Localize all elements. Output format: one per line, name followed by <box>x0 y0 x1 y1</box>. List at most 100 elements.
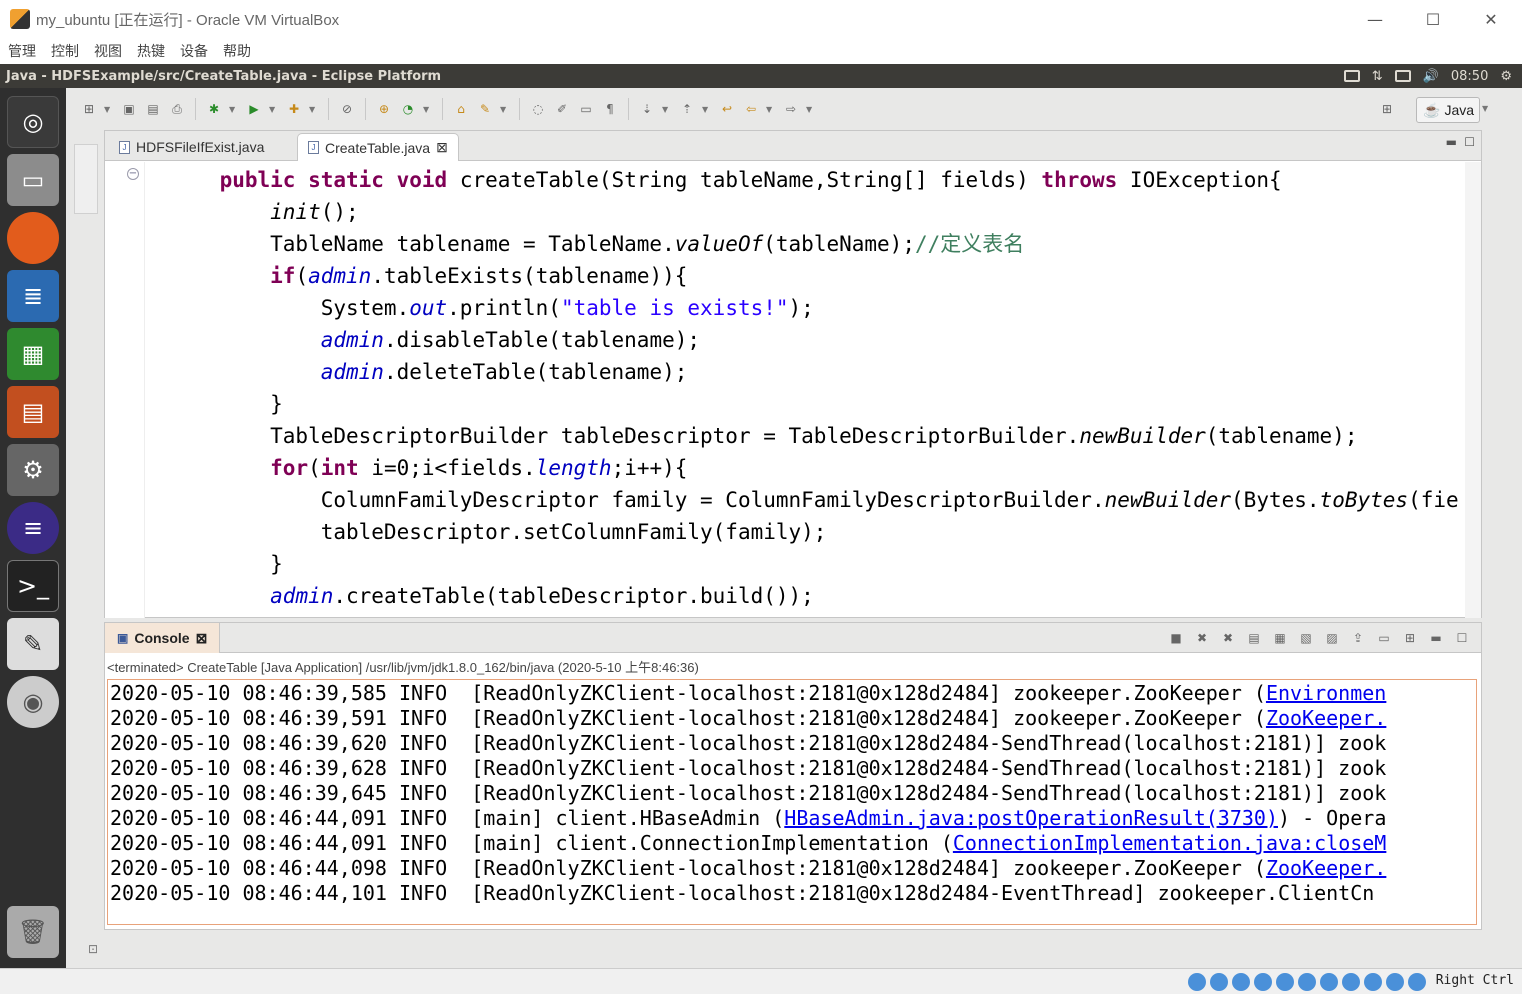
terminal-icon[interactable]: >_ <box>7 560 59 612</box>
previous-annotation-dropdown[interactable]: ▼ <box>702 105 712 114</box>
new-dropdown[interactable]: ▼ <box>104 105 114 114</box>
mouse-integration-icon[interactable] <box>1386 973 1404 991</box>
maximize-editor-icon[interactable]: ☐ <box>1464 135 1475 149</box>
java-perspective-button[interactable]: ☕ Java <box>1416 97 1480 123</box>
menu-control[interactable]: 控制 <box>51 41 79 61</box>
remove-launch-icon[interactable]: ✖ <box>1193 629 1211 647</box>
new-java-class-icon[interactable]: ◔ <box>399 100 417 118</box>
minimize-button[interactable]: — <box>1346 0 1404 38</box>
dvd-icon[interactable]: ◉ <box>7 676 59 728</box>
eclipse-icon[interactable]: ≡ <box>7 502 59 554</box>
hard-disk-icon[interactable] <box>1188 973 1206 991</box>
tab-createtable[interactable]: J CreateTable.java ⊠ <box>297 133 459 161</box>
network-adapter-icon[interactable] <box>1254 973 1272 991</box>
calc-icon[interactable]: ▦ <box>7 328 59 380</box>
new-class-dropdown[interactable]: ▼ <box>423 105 433 114</box>
network-icon[interactable]: ⇅ <box>1372 69 1383 84</box>
next-annotation-icon[interactable]: ⇣ <box>638 100 656 118</box>
search-dropdown[interactable]: ▼ <box>500 105 510 114</box>
console-output[interactable]: 2020-05-10 08:46:39,585 INFO [ReadOnlyZK… <box>107 679 1477 925</box>
source-link[interactable]: Environmen <box>1266 681 1386 705</box>
save-all-icon[interactable]: ▤ <box>144 100 162 118</box>
source-link[interactable]: ZooKeeper. <box>1266 856 1386 880</box>
trash-icon[interactable]: 🗑 <box>7 906 59 958</box>
firefox-icon[interactable] <box>7 212 59 264</box>
minimized-package-explorer[interactable] <box>74 144 98 214</box>
edit-icon[interactable]: ✐ <box>553 100 571 118</box>
save-icon[interactable]: ▣ <box>120 100 138 118</box>
clear-console-icon[interactable]: ▤ <box>1245 629 1263 647</box>
close-button[interactable]: ✕ <box>1462 0 1520 38</box>
last-edit-location-icon[interactable]: ↩ <box>718 100 736 118</box>
search-icon[interactable]: ✎ <box>476 100 494 118</box>
source-link[interactable]: HBaseAdmin.java:postOperationResult(3730… <box>784 806 1278 830</box>
clock[interactable]: 08:50 <box>1451 69 1488 84</box>
menu-devices[interactable]: 设备 <box>180 41 208 61</box>
debug-dropdown[interactable]: ▼ <box>229 105 239 114</box>
show-console-on-output-icon[interactable]: ▨ <box>1323 629 1341 647</box>
tab-hdfsfileifexist[interactable]: J HDFSFileIfExist.java <box>109 133 274 161</box>
editor-vertical-scrollbar[interactable] <box>1465 162 1481 618</box>
previous-annotation-icon[interactable]: ⇡ <box>678 100 696 118</box>
settings-icon[interactable]: ⚙ <box>7 444 59 496</box>
block-selection-icon[interactable]: ▭ <box>577 100 595 118</box>
maximize-console-icon[interactable]: ☐ <box>1453 629 1471 647</box>
back-dropdown[interactable]: ▼ <box>766 105 776 114</box>
writer-icon[interactable]: ≣ <box>7 270 59 322</box>
minimize-console-icon[interactable]: ▬ <box>1427 629 1445 647</box>
source-link[interactable]: ConnectionImplementation.java:closeM <box>953 831 1386 855</box>
open-type-icon[interactable]: ⌂ <box>452 100 470 118</box>
files-icon[interactable]: ▭ <box>7 154 59 206</box>
forward-dropdown[interactable]: ▼ <box>806 105 816 114</box>
tab-console[interactable]: ▣ Console ⊠ <box>105 623 221 653</box>
optical-drive-icon[interactable] <box>1210 973 1228 991</box>
run-dropdown[interactable]: ▼ <box>269 105 279 114</box>
back-icon[interactable]: ⇦ <box>742 100 760 118</box>
skip-breakpoints-icon[interactable]: ⊘ <box>338 100 356 118</box>
print-icon[interactable]: ⎙ <box>168 100 186 118</box>
external-tools-icon[interactable]: ✚ <box>285 100 303 118</box>
display-selected-console-icon[interactable]: ▭ <box>1375 629 1393 647</box>
pin-console-icon[interactable]: ⇪ <box>1349 629 1367 647</box>
source-code[interactable]: public static void createTable(String ta… <box>105 162 1467 618</box>
power-gear-icon[interactable]: ⚙ <box>1500 69 1512 84</box>
open-console-icon[interactable]: ⊞ <box>1401 629 1419 647</box>
minimize-editor-icon[interactable]: ▬ <box>1446 135 1457 149</box>
menu-hotkey[interactable]: 热键 <box>137 41 165 61</box>
impress-icon[interactable]: ▤ <box>7 386 59 438</box>
toolbar-chevron-icon[interactable]: ▼ <box>1482 104 1492 113</box>
keyboard-capture-icon[interactable] <box>1408 973 1426 991</box>
cpu-icon[interactable] <box>1364 973 1382 991</box>
keyboard-icon[interactable] <box>1343 70 1360 82</box>
recording-icon[interactable] <box>1342 973 1360 991</box>
usb-icon[interactable] <box>1276 973 1294 991</box>
debug-icon[interactable]: ✱ <box>205 100 223 118</box>
scroll-lock-icon[interactable]: ▦ <box>1271 629 1289 647</box>
open-perspective-icon[interactable]: ⊞ <box>1378 100 1396 118</box>
display-icon[interactable] <box>1320 973 1338 991</box>
word-wrap-icon[interactable]: ▧ <box>1297 629 1315 647</box>
audio-icon[interactable] <box>1232 973 1250 991</box>
new-java-package-icon[interactable]: ⊕ <box>375 100 393 118</box>
shared-folders-icon[interactable] <box>1298 973 1316 991</box>
next-annotation-dropdown[interactable]: ▼ <box>662 105 672 114</box>
volume-icon[interactable]: 🔊 <box>1423 69 1439 84</box>
text-editor-icon[interactable]: ✎ <box>7 618 59 670</box>
show-whitespace-icon[interactable]: ¶ <box>601 100 619 118</box>
toggle-mark-icon[interactable]: ◌ <box>529 100 547 118</box>
menu-help[interactable]: 帮助 <box>223 41 251 61</box>
menu-manage[interactable]: 管理 <box>8 41 36 61</box>
maximize-button[interactable]: ☐ <box>1404 0 1462 38</box>
menu-view[interactable]: 视图 <box>94 41 122 61</box>
tab-close-icon[interactable]: ⊠ <box>196 630 208 647</box>
terminate-icon[interactable]: ■ <box>1167 629 1185 647</box>
fast-view-icon[interactable]: ⊡ <box>88 942 98 956</box>
new-icon[interactable]: ⊞ <box>80 100 98 118</box>
external-tools-dropdown[interactable]: ▼ <box>309 105 319 114</box>
ubuntu-dash-icon[interactable]: ◎ <box>7 96 59 148</box>
source-link[interactable]: ZooKeeper. <box>1266 706 1386 730</box>
remove-all-terminated-icon[interactable]: ✖ <box>1219 629 1237 647</box>
battery-icon[interactable] <box>1394 70 1411 82</box>
forward-icon[interactable]: ⇨ <box>782 100 800 118</box>
tab-close-icon[interactable]: ⊠ <box>436 139 448 156</box>
